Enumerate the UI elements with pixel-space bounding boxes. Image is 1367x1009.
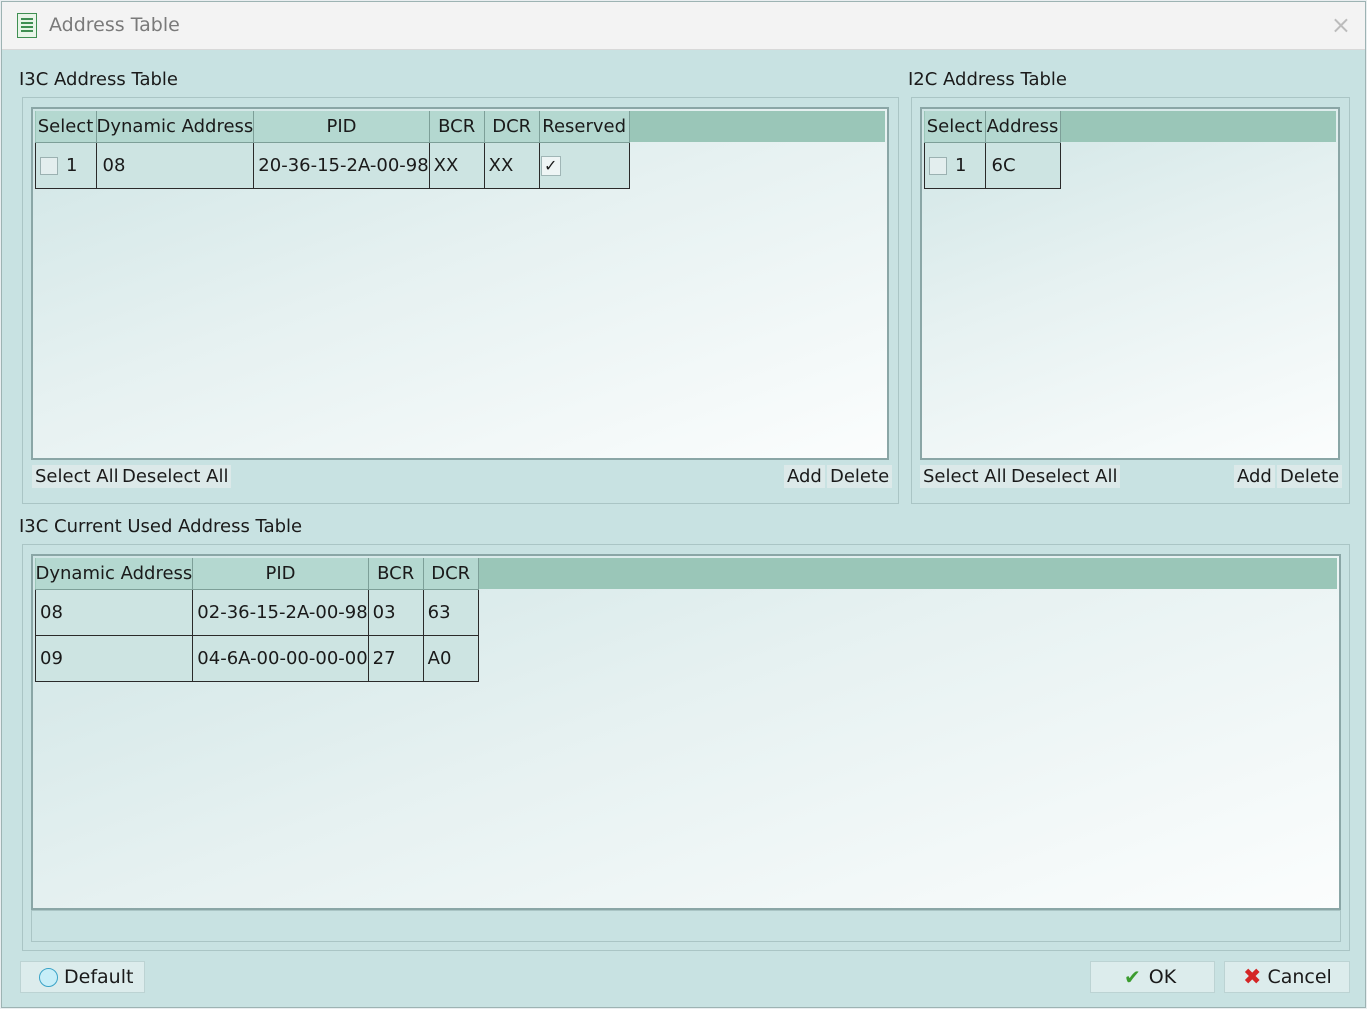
column-header[interactable]: Select — [924, 111, 986, 143]
dcr-cell[interactable]: 63 — [422, 589, 479, 636]
i2c-delete-button[interactable]: Delete — [1277, 465, 1343, 488]
horizontal-scrollbar[interactable] — [31, 910, 1341, 942]
pid-cell[interactable]: 04-6A-00-00-00-00 — [192, 635, 369, 682]
select-cell[interactable]: 1 — [924, 142, 986, 189]
table-icon — [17, 13, 37, 38]
i3c-table-label: I3C Address Table — [19, 69, 179, 90]
i2c-table-label: I2C Address Table — [908, 69, 1068, 90]
i3c-select-all-button[interactable]: Select All — [32, 465, 122, 488]
table-row[interactable]: 08 02-36-15-2A-00-98 03 63 — [34, 589, 479, 636]
pid-cell[interactable]: 20-36-15-2A-00-98 — [253, 142, 430, 189]
pid-cell[interactable]: 02-36-15-2A-00-98 — [192, 589, 369, 636]
title-bar: Address Table × — [2, 2, 1365, 50]
select-cell[interactable]: 1 — [35, 142, 97, 189]
dynamic-address-cell[interactable]: 09 — [34, 635, 194, 682]
i3c-grid[interactable]: Select Dynamic Address PID BCR DCR Reser… — [31, 107, 889, 460]
current-table: Dynamic Address PID BCR DCR 08 02-36-15-… — [34, 558, 479, 682]
dcr-cell[interactable]: A0 — [422, 635, 479, 682]
column-header[interactable]: Select — [35, 111, 97, 143]
column-header[interactable]: Reserved — [539, 111, 630, 143]
column-header[interactable]: PID — [253, 111, 430, 143]
i2c-table: Select Address 1 6C — [924, 111, 1061, 189]
current-grid[interactable]: Dynamic Address PID BCR DCR 08 02-36-15-… — [31, 554, 1341, 910]
address-table-dialog: Address Table × I3C Address Table Select… — [1, 1, 1366, 1008]
column-header[interactable]: BCR — [429, 111, 485, 143]
bcr-cell[interactable]: 03 — [367, 589, 424, 636]
bcr-cell[interactable]: XX — [428, 142, 485, 189]
close-icon[interactable]: × — [1331, 11, 1351, 39]
i3c-table: Select Dynamic Address PID BCR DCR Reser… — [35, 111, 630, 189]
i3c-deselect-all-button[interactable]: Deselect All — [119, 465, 232, 488]
address-cell[interactable]: 6C — [984, 142, 1061, 189]
table-row[interactable]: 1 08 20-36-15-2A-00-98 XX XX ✓ — [35, 142, 630, 189]
table-row[interactable]: 1 6C — [924, 142, 1061, 189]
column-header[interactable]: Address — [985, 111, 1061, 143]
dynamic-address-cell[interactable]: 08 — [95, 142, 255, 189]
default-radio-icon — [39, 967, 58, 987]
select-checkbox[interactable] — [40, 157, 58, 175]
column-header[interactable]: DCR — [484, 111, 540, 143]
column-header[interactable]: Dynamic Address — [35, 558, 194, 590]
i3c-delete-button[interactable]: Delete — [827, 465, 893, 488]
i2c-grid[interactable]: Select Address 1 6C — [920, 107, 1340, 460]
current-table-label: I3C Current Used Address Table — [19, 516, 303, 537]
default-button[interactable]: Default — [20, 961, 145, 993]
select-checkbox[interactable] — [929, 157, 947, 175]
ok-button[interactable]: ✔ OK — [1090, 961, 1215, 993]
table-row[interactable]: 09 04-6A-00-00-00-00 27 A0 — [34, 635, 479, 682]
column-header[interactable]: DCR — [423, 558, 479, 590]
cancel-x-icon: ✖ — [1243, 964, 1262, 990]
dynamic-address-cell[interactable]: 08 — [34, 589, 194, 636]
reserved-checkbox[interactable]: ✓ — [540, 156, 561, 176]
checkmark-icon: ✔ — [1124, 965, 1141, 989]
reserved-cell[interactable]: ✓ — [538, 142, 630, 189]
column-header[interactable]: Dynamic Address — [96, 111, 255, 143]
window-title: Address Table — [49, 14, 180, 36]
i2c-select-all-button[interactable]: Select All — [920, 465, 1010, 488]
column-header[interactable]: PID — [192, 558, 369, 590]
dcr-cell[interactable]: XX — [483, 142, 540, 189]
cancel-button[interactable]: ✖ Cancel — [1224, 961, 1350, 993]
column-header[interactable]: BCR — [368, 558, 424, 590]
bcr-cell[interactable]: 27 — [367, 635, 424, 682]
i2c-add-button[interactable]: Add — [1234, 465, 1275, 488]
i2c-deselect-all-button[interactable]: Deselect All — [1008, 465, 1121, 488]
i3c-add-button[interactable]: Add — [784, 465, 825, 488]
